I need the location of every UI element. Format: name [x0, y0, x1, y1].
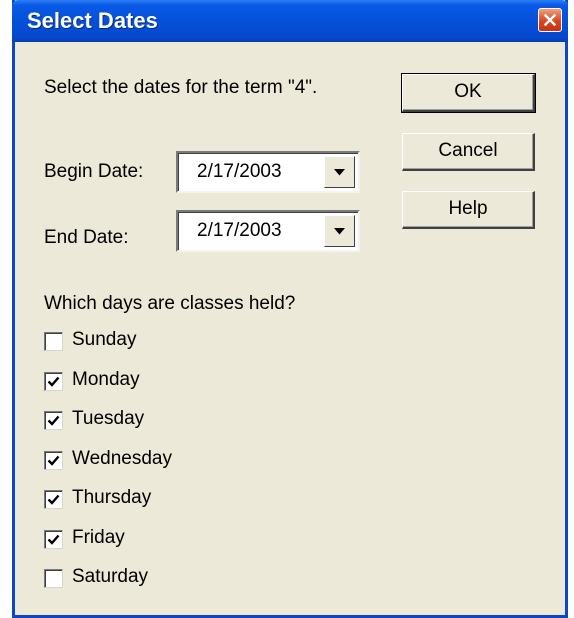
- days-question-label: Which days are classes held?: [44, 293, 296, 314]
- title-bar[interactable]: Select Dates: [12, 0, 568, 42]
- end-date-value: 2/17/2003: [197, 220, 282, 241]
- close-icon: [544, 14, 556, 26]
- window-title: Select Dates: [27, 8, 158, 33]
- day-label: Friday: [72, 526, 125, 548]
- begin-date-value: 2/17/2003: [197, 161, 282, 182]
- begin-date-dropdown[interactable]: 2/17/2003: [176, 151, 360, 193]
- help-button[interactable]: Help: [402, 191, 535, 229]
- day-label: Sunday: [72, 329, 137, 350]
- ok-button[interactable]: OK: [401, 73, 536, 113]
- checkbox-box[interactable]: [44, 371, 63, 391]
- day-label: Monday: [72, 368, 140, 390]
- day-label: Thursday: [72, 487, 152, 508]
- day-label: Tuesday: [72, 408, 145, 429]
- begin-date-dropdown-button[interactable]: [324, 156, 355, 188]
- checkbox-box[interactable]: [44, 332, 63, 351]
- begin-date-label: Begin Date:: [44, 161, 144, 182]
- select-dates-dialog: Select Dates Select the dates for the te…: [12, 0, 568, 618]
- checkbox-box[interactable]: [44, 529, 63, 549]
- checkbox-box[interactable]: [44, 490, 63, 509]
- checkbox-box[interactable]: [44, 450, 63, 470]
- checkbox-box[interactable]: [44, 569, 63, 588]
- day-label: Wednesday: [72, 447, 172, 469]
- prompt-text: Select the dates for the term "4".: [44, 77, 318, 98]
- end-date-dropdown-button[interactable]: [324, 215, 355, 247]
- close-button[interactable]: [538, 8, 562, 32]
- cancel-button[interactable]: Cancel: [402, 133, 535, 171]
- end-date-dropdown[interactable]: 2/17/2003: [176, 210, 360, 252]
- dropdown-arrow-icon: [334, 227, 345, 235]
- dropdown-arrow-icon: [334, 168, 345, 176]
- end-date-label: End Date:: [44, 227, 129, 248]
- day-label: Saturday: [72, 566, 149, 587]
- checkbox-box[interactable]: [44, 411, 63, 430]
